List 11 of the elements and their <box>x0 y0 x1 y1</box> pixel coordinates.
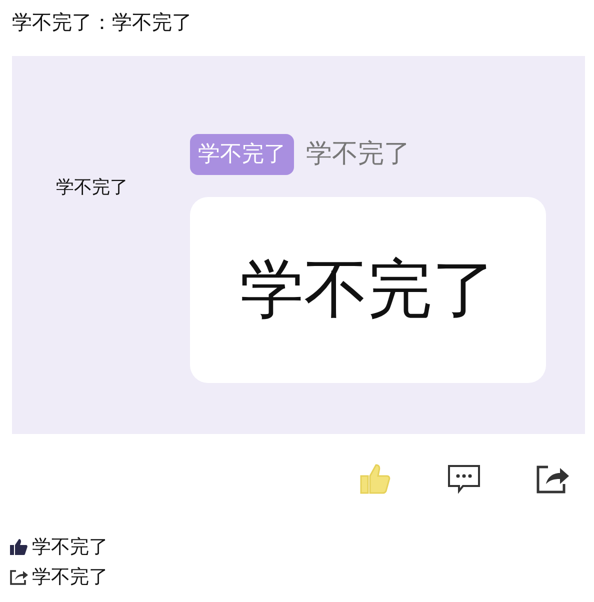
image-tag: 学不完了 <box>190 134 294 175</box>
stat-text: 学不完了 <box>32 565 108 590</box>
comment-icon[interactable] <box>447 464 481 494</box>
card-text: 学不完了 <box>240 252 496 329</box>
image-label: 学不完了 <box>56 177 128 198</box>
share-icon[interactable] <box>536 464 570 494</box>
share-icon <box>10 569 28 585</box>
thumbs-up-icon <box>10 539 28 555</box>
post-text: 学不完了：学不完了 <box>11 9 193 36</box>
stat-text: 学不完了 <box>32 535 108 560</box>
image-caption: 学不完了 <box>306 138 410 171</box>
